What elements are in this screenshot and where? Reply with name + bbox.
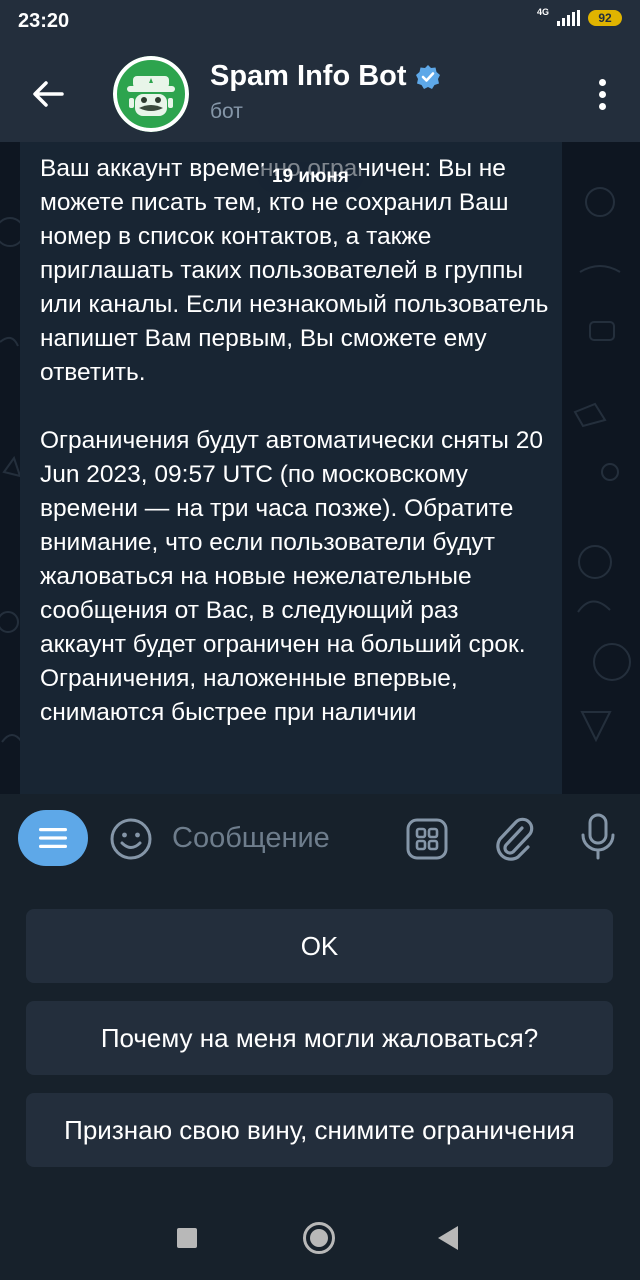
status-indicators: 4G 92: [536, 7, 622, 26]
arrow-left-icon: [33, 81, 64, 107]
keyboard-button-ok[interactable]: OK: [26, 909, 613, 983]
bot-keyboard: OK Почему на меня могли жаловаться? Приз…: [0, 882, 640, 1194]
bot-avatar-icon: [113, 56, 189, 132]
network-type: 4G: [536, 7, 549, 17]
status-bar: 23:20 4G 92: [0, 0, 640, 44]
chat-area[interactable]: Ваш аккаунт временно ограничен: Вы не мо…: [0, 142, 640, 794]
signal-icon: [557, 10, 580, 26]
system-nav-bar: [0, 1194, 640, 1280]
verified-badge-icon: [415, 64, 440, 89]
recent-apps-icon[interactable]: [177, 1228, 197, 1248]
back-button[interactable]: [24, 70, 72, 118]
bot-menu-button[interactable]: [18, 810, 88, 866]
menu-icon: [39, 828, 67, 848]
battery-level: 92: [598, 11, 612, 25]
chat-title-text: Spam Info Bot: [210, 60, 407, 92]
message-paragraph: Ограничения будут автоматически сняты 20…: [40, 427, 543, 726]
message-text: Ваш аккаунт временно ограничен: Вы не мо…: [40, 152, 550, 764]
dot-icon: [598, 78, 606, 86]
chat-title[interactable]: Spam Info Bot: [210, 60, 441, 93]
emoji-icon[interactable]: [108, 816, 154, 862]
home-dot: [310, 1229, 328, 1247]
message-input-bar: [0, 794, 640, 882]
dot-icon: [598, 90, 606, 98]
keyboard-button-why-reported[interactable]: Почему на меня могли жаловаться?: [26, 1001, 613, 1075]
more-options-button[interactable]: [590, 74, 614, 114]
paperclip-icon[interactable]: [490, 814, 536, 862]
battery-icon: 92: [588, 10, 622, 26]
back-triangle-icon[interactable]: [438, 1226, 458, 1250]
bot-avatar[interactable]: [113, 56, 189, 132]
chat-subtitle: бот: [210, 100, 243, 123]
keyboard-button-admit-guilt[interactable]: Признаю свою вину, снимите ограничения: [26, 1093, 613, 1167]
date-separator: 19 июня: [258, 162, 363, 192]
home-icon[interactable]: [303, 1222, 335, 1254]
chat-header: Spam Info Bot бот: [0, 44, 640, 142]
microphone-icon[interactable]: [576, 812, 620, 862]
message-input[interactable]: [172, 820, 392, 856]
status-time: 23:20: [18, 10, 70, 32]
dot-icon: [598, 102, 606, 110]
bot-commands-icon[interactable]: [404, 816, 450, 862]
